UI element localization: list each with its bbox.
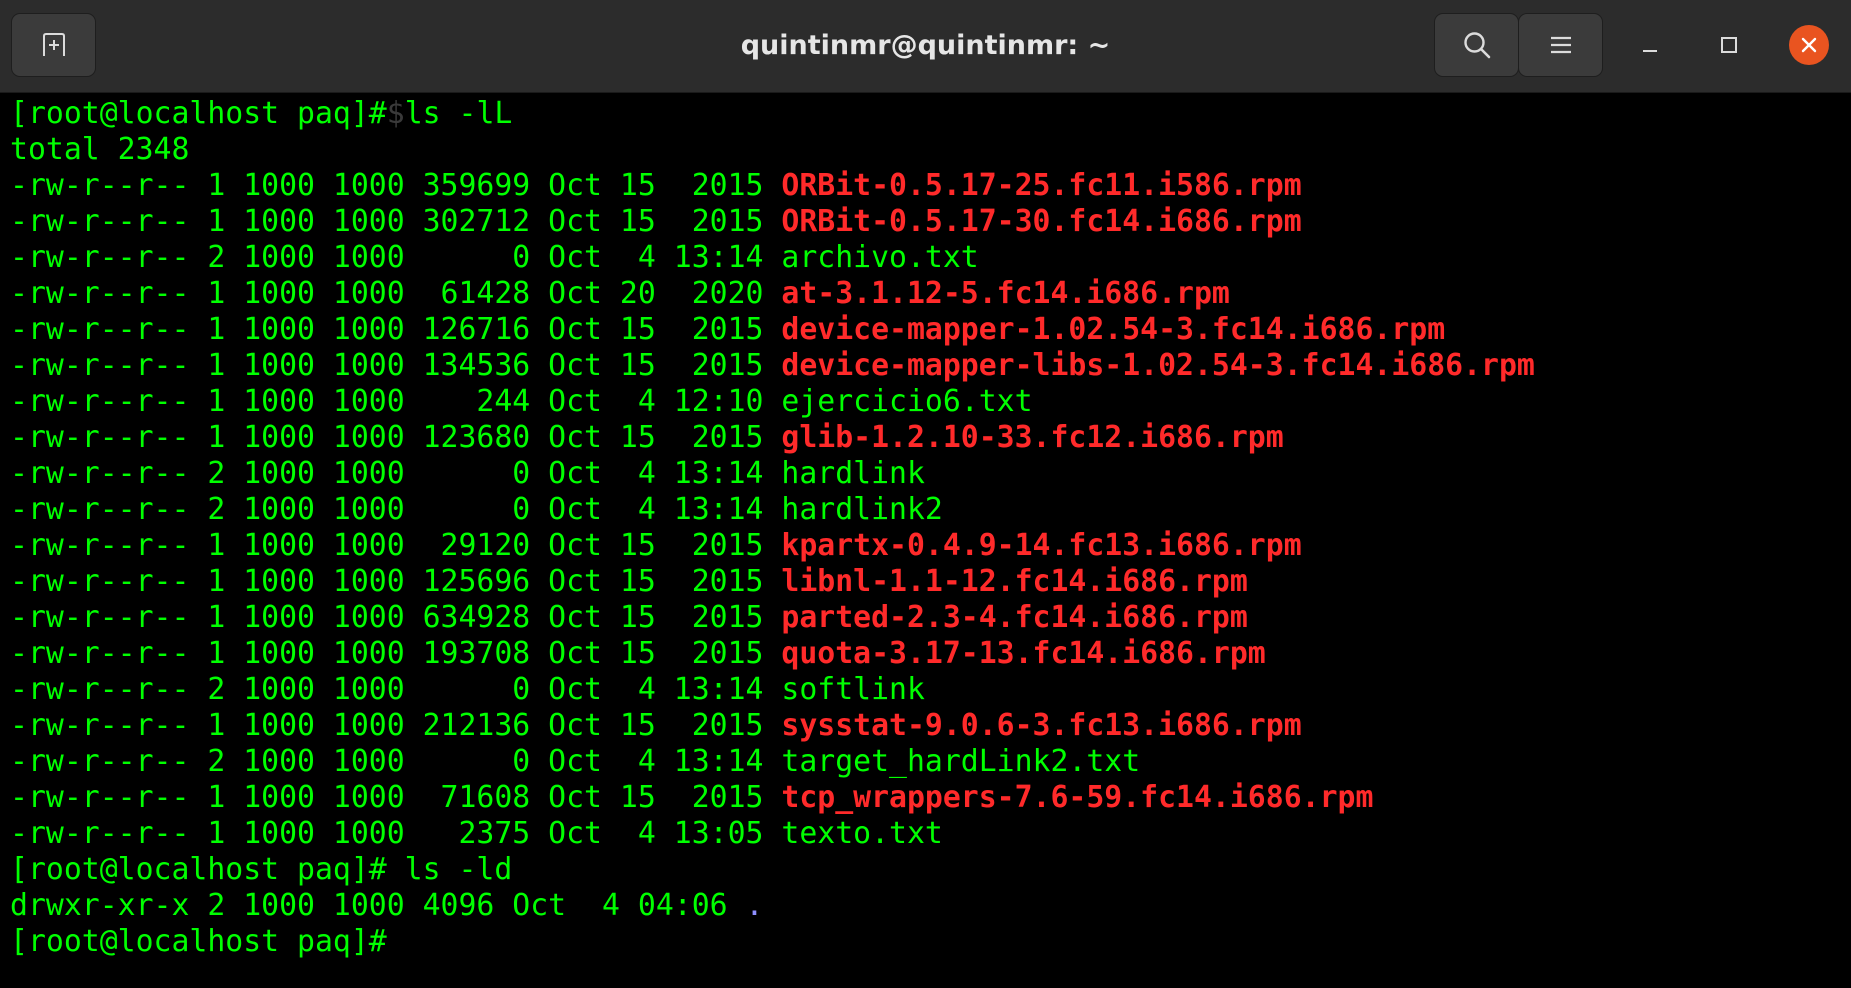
command-text: ls -lL	[404, 96, 513, 131]
file-row: -rw-r--r-- 2 1000 1000 0 Oct 4 13:14 tar…	[10, 744, 1851, 780]
file-row: -rw-r--r-- 2 1000 1000 0 Oct 4 13:14 har…	[10, 456, 1851, 492]
file-row: -rw-r--r-- 1 1000 1000 71608 Oct 15 2015…	[10, 780, 1851, 816]
menu-button[interactable]	[1518, 13, 1603, 77]
file-name: ORBit-0.5.17-25.fc11.i586.rpm	[781, 168, 1302, 203]
file-info: -rw-r--r-- 2 1000 1000 0 Oct 4 13:14	[10, 492, 782, 527]
file-name: archivo.txt	[781, 240, 979, 275]
file-info: -rw-r--r-- 1 1000 1000 212136 Oct 15 201…	[10, 708, 782, 743]
command-line: [root@localhost paq]# ls -ld	[10, 852, 1851, 888]
file-info: -rw-r--r-- 1 1000 1000 71608 Oct 15 2015	[10, 780, 782, 815]
file-name: at-3.1.12-5.fc14.i686.rpm	[781, 276, 1230, 311]
prompt: [root@localhost paq]#	[10, 924, 387, 959]
file-row: -rw-r--r-- 1 1000 1000 302712 Oct 15 201…	[10, 204, 1851, 240]
title-bar: quintinmr@quintinmr: ~	[0, 0, 1851, 93]
dir-info: drwxr-xr-x 2 1000 1000 4096 Oct 4 04:06	[10, 888, 746, 923]
minimize-button[interactable]	[1629, 24, 1671, 66]
file-row: -rw-r--r-- 2 1000 1000 0 Oct 4 13:14 arc…	[10, 240, 1851, 276]
file-info: -rw-r--r-- 1 1000 1000 244 Oct 4 12:10	[10, 384, 782, 419]
file-name: target_hardLink2.txt	[781, 744, 1141, 779]
close-button[interactable]	[1788, 24, 1830, 66]
close-icon	[1801, 37, 1817, 53]
file-name: parted-2.3-4.fc14.i686.rpm	[781, 600, 1248, 635]
file-name: libnl-1.1-12.fc14.i686.rpm	[781, 564, 1248, 599]
file-name: ORBit-0.5.17-30.fc14.i686.rpm	[781, 204, 1302, 239]
file-name: texto.txt	[781, 816, 943, 851]
file-info: -rw-r--r-- 1 1000 1000 634928 Oct 15 201…	[10, 600, 782, 635]
file-name: quota-3.17-13.fc14.i686.rpm	[781, 636, 1266, 671]
file-name: kpartx-0.4.9-14.fc13.i686.rpm	[781, 528, 1302, 563]
file-name: device-mapper-1.02.54-3.fc14.i686.rpm	[781, 312, 1446, 347]
file-list: -rw-r--r-- 1 1000 1000 359699 Oct 15 201…	[10, 168, 1851, 852]
prompt: [root@localhost paq]#	[10, 96, 387, 131]
file-name: hardlink	[781, 456, 925, 491]
file-row: -rw-r--r-- 2 1000 1000 0 Oct 4 13:14 sof…	[10, 672, 1851, 708]
file-row: -rw-r--r-- 1 1000 1000 61428 Oct 20 2020…	[10, 276, 1851, 312]
file-row: -rw-r--r-- 1 1000 1000 126716 Oct 15 201…	[10, 312, 1851, 348]
file-info: -rw-r--r-- 2 1000 1000 0 Oct 4 13:14	[10, 456, 782, 491]
total-line: total 2348	[10, 132, 190, 167]
file-info: -rw-r--r-- 1 1000 1000 123680 Oct 15 201…	[10, 420, 782, 455]
hamburger-menu-icon	[1550, 36, 1571, 54]
terminal-output[interactable]: [root@localhost paq]#$ls -lL total 2348 …	[10, 96, 1851, 988]
file-row: -rw-r--r-- 2 1000 1000 0 Oct 4 13:14 har…	[10, 492, 1851, 528]
file-row: -rw-r--r-- 1 1000 1000 244 Oct 4 12:10 e…	[10, 384, 1851, 420]
command-text: ls -ld	[386, 852, 513, 887]
file-name: softlink	[781, 672, 925, 707]
ghost-char: $	[386, 96, 405, 131]
file-info: -rw-r--r-- 1 1000 1000 302712 Oct 15 201…	[10, 204, 782, 239]
file-info: -rw-r--r-- 1 1000 1000 193708 Oct 15 201…	[10, 636, 782, 671]
file-info: -rw-r--r-- 2 1000 1000 0 Oct 4 13:14	[10, 240, 782, 275]
search-button[interactable]	[1434, 13, 1519, 77]
file-row: -rw-r--r-- 1 1000 1000 634928 Oct 15 201…	[10, 600, 1851, 636]
minimize-icon	[1643, 50, 1657, 52]
file-info: -rw-r--r-- 1 1000 1000 125696 Oct 15 201…	[10, 564, 782, 599]
file-name: glib-1.2.10-33.fc12.i686.rpm	[781, 420, 1284, 455]
file-info: -rw-r--r-- 2 1000 1000 0 Oct 4 13:14	[10, 672, 782, 707]
file-row: -rw-r--r-- 1 1000 1000 125696 Oct 15 201…	[10, 564, 1851, 600]
file-info: -rw-r--r-- 1 1000 1000 126716 Oct 15 201…	[10, 312, 782, 347]
file-row: -rw-r--r-- 1 1000 1000 359699 Oct 15 201…	[10, 168, 1851, 204]
file-row: -rw-r--r-- 1 1000 1000 123680 Oct 15 201…	[10, 420, 1851, 456]
file-info: -rw-r--r-- 1 1000 1000 61428 Oct 20 2020	[10, 276, 782, 311]
file-row: -rw-r--r-- 1 1000 1000 2375 Oct 4 13:05 …	[10, 816, 1851, 852]
dir-line: drwxr-xr-x 2 1000 1000 4096 Oct 4 04:06 …	[10, 888, 1851, 924]
file-name: tcp_wrappers-7.6-59.fc14.i686.rpm	[781, 780, 1374, 815]
search-icon	[1463, 32, 1490, 59]
file-info: -rw-r--r-- 1 1000 1000 29120 Oct 15 2015	[10, 528, 782, 563]
file-row: -rw-r--r-- 1 1000 1000 134536 Oct 15 201…	[10, 348, 1851, 384]
prompt: [root@localhost paq]#	[10, 852, 387, 887]
file-info: -rw-r--r-- 1 1000 1000 359699 Oct 15 201…	[10, 168, 782, 203]
maximize-button[interactable]	[1708, 24, 1750, 66]
file-row: -rw-r--r-- 1 1000 1000 212136 Oct 15 201…	[10, 708, 1851, 744]
file-name: hardlink2	[781, 492, 943, 527]
file-info: -rw-r--r-- 1 1000 1000 134536 Oct 15 201…	[10, 348, 782, 383]
file-name: sysstat-9.0.6-3.fc13.i686.rpm	[781, 708, 1302, 743]
file-row: -rw-r--r-- 1 1000 1000 29120 Oct 15 2015…	[10, 528, 1851, 564]
file-info: -rw-r--r-- 1 1000 1000 2375 Oct 4 13:05	[10, 816, 782, 851]
file-row: -rw-r--r-- 1 1000 1000 193708 Oct 15 201…	[10, 636, 1851, 672]
file-name: ejercicio6.txt	[781, 384, 1033, 419]
maximize-icon	[1721, 37, 1737, 53]
dir-name: .	[745, 888, 764, 923]
command-line: [root@localhost paq]#$ls -lL	[10, 96, 1851, 132]
command-line: [root@localhost paq]#	[10, 924, 1851, 960]
file-name: device-mapper-libs-1.02.54-3.fc14.i686.r…	[781, 348, 1535, 383]
file-info: -rw-r--r-- 2 1000 1000 0 Oct 4 13:14	[10, 744, 782, 779]
